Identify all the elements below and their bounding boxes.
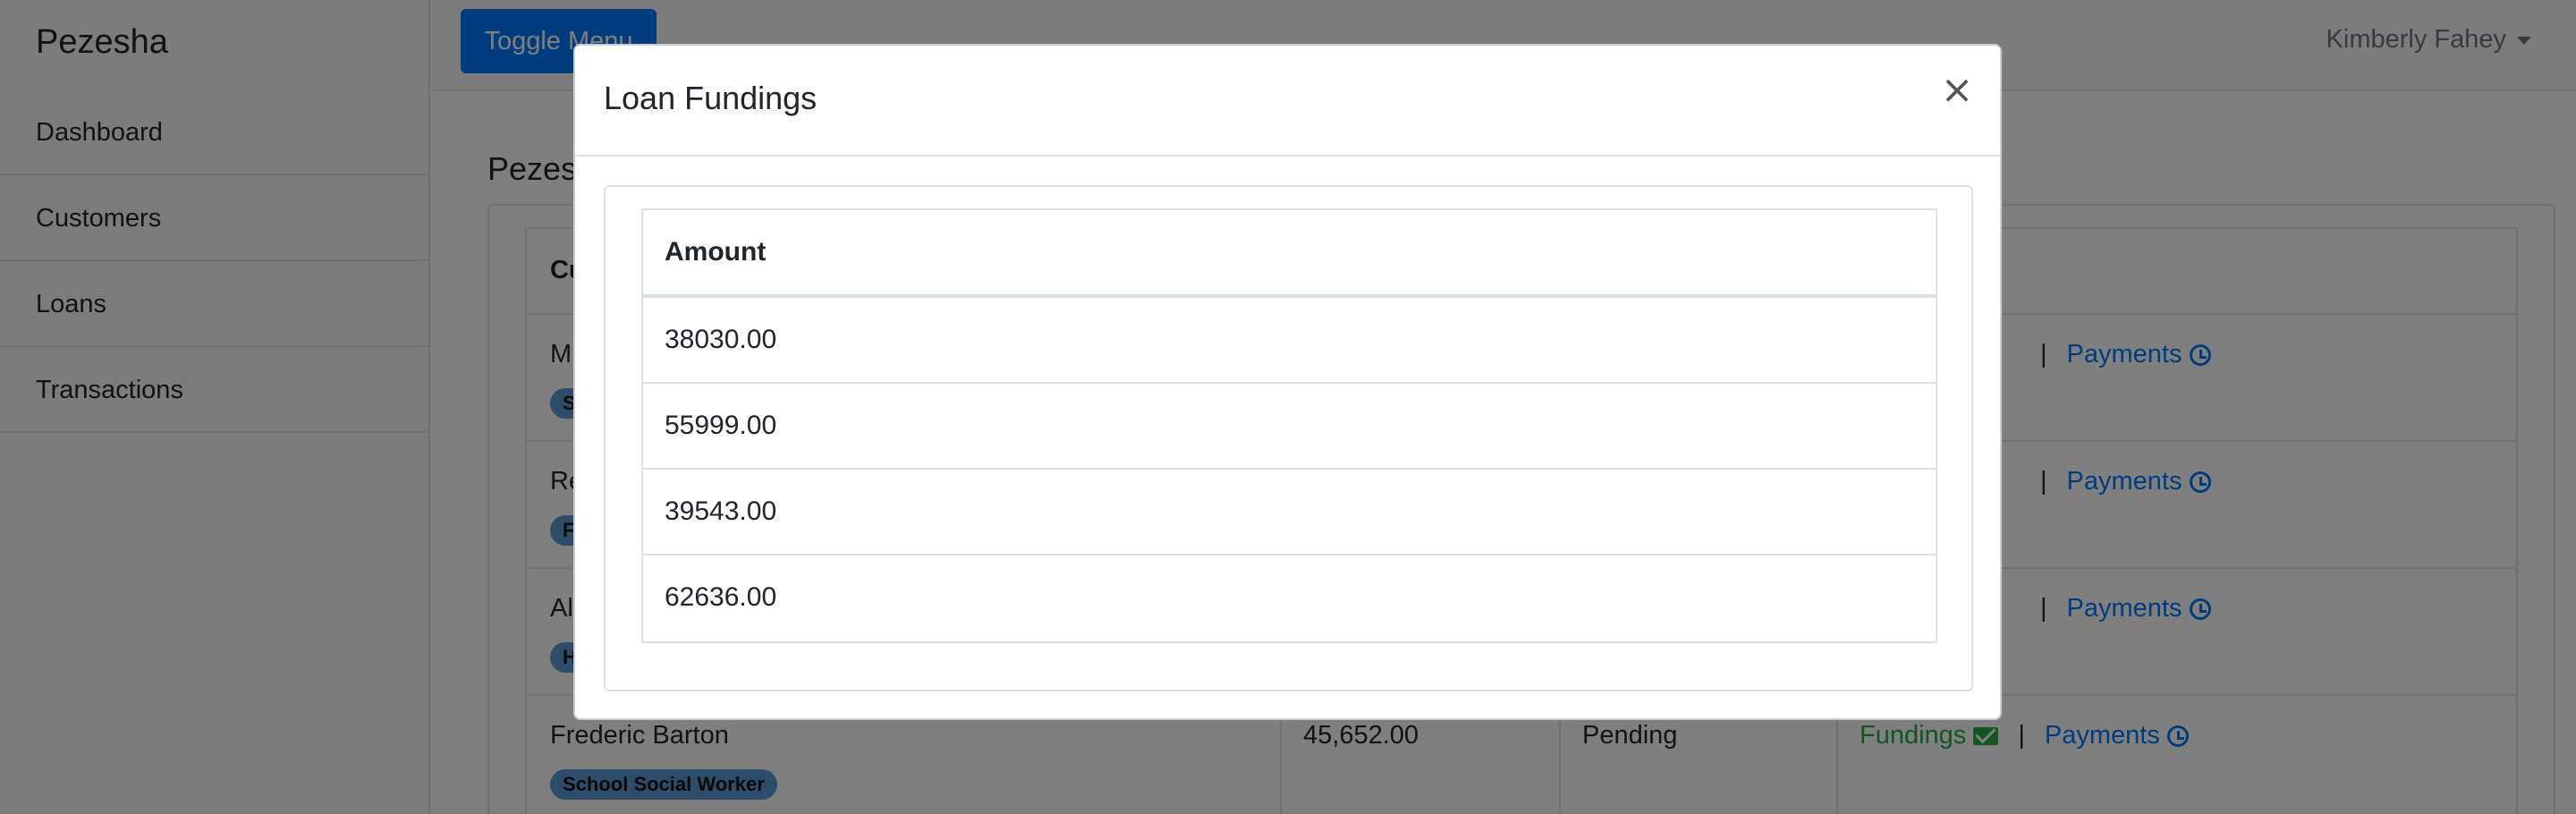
- fundings-table: Amount 38030.00 55999.00 39543.00 62636.…: [641, 208, 1937, 643]
- modal-body: Amount 38030.00 55999.00 39543.00 62636.…: [604, 185, 1973, 691]
- table-row: 55999.00: [643, 384, 1936, 470]
- close-icon[interactable]: ×: [1939, 71, 1975, 110]
- table-row: 39543.00: [643, 470, 1936, 555]
- column-header-amount: Amount: [643, 210, 1936, 298]
- loan-fundings-modal: Loan Fundings × Amount 38030.00 55999.00…: [573, 44, 2002, 720]
- table-row: 38030.00: [643, 298, 1936, 384]
- table-row: 62636.00: [665, 582, 777, 612]
- modal-header: Loan Fundings ×: [575, 46, 2000, 157]
- modal-title: Loan Fundings: [604, 80, 818, 116]
